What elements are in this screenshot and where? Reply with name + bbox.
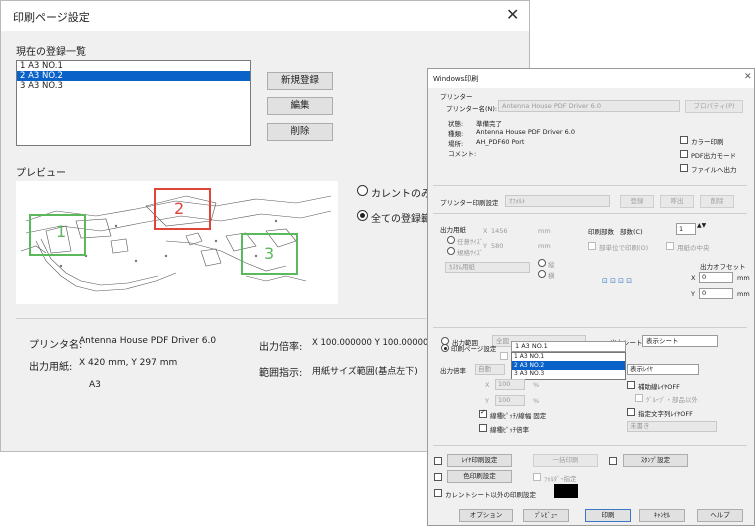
printer-select[interactable]: Antenna House PDF Driver 6.0: [498, 100, 680, 112]
color-print-label: カラー印刷: [691, 138, 724, 146]
preset-delete-button[interactable]: 削除: [700, 195, 734, 208]
paper-y-label: Y: [483, 242, 487, 250]
align-icons[interactable]: ⊡ ⊡ ⊡ ⊡: [602, 277, 632, 285]
file-output-label: ファイルへ出力: [691, 166, 737, 174]
sheet-select[interactable]: 表示シート: [642, 335, 718, 347]
paper-x-unit: mm: [538, 227, 551, 235]
center-label: 用紙の中央: [677, 244, 710, 252]
range-radio-label: 出力範囲: [452, 339, 478, 347]
pdf-mode-checkbox[interactable]: [680, 150, 688, 158]
portrait-label: 縦: [548, 261, 555, 269]
marker-label-1: 1: [56, 222, 67, 241]
collate-checkbox[interactable]: [588, 242, 596, 250]
type-label: 種類:: [448, 130, 464, 138]
offset-y-input[interactable]: 0: [699, 288, 733, 299]
paper-x-label: X: [483, 227, 488, 235]
close-icon[interactable]: ✕: [744, 72, 752, 82]
offset-x-unit: mm: [737, 274, 750, 282]
properties-button[interactable]: プロパティ(P): [685, 100, 743, 113]
copies-sublabel: 部数(C): [620, 228, 643, 236]
preset-register-button[interactable]: 登録: [620, 195, 654, 208]
copies-label: 印刷部数: [588, 228, 614, 236]
paper-size: A3: [89, 380, 101, 390]
radio-current-only[interactable]: [357, 185, 368, 196]
printer-preset-label: プリンター印刷設定: [440, 199, 499, 207]
paper-label: 出力用紙: [440, 226, 466, 234]
list-item[interactable]: 1 A3 NO.1: [17, 61, 250, 71]
list-item-selected[interactable]: 2 A3 NO.2: [17, 71, 250, 81]
paper-value: X 420 mm, Y 297 mm: [79, 358, 178, 368]
type-value: Antenna House PDF Driver 6.0: [476, 128, 575, 136]
preview-label: プレビュー: [16, 168, 66, 179]
list-item[interactable]: 3 A3 NO.3: [17, 81, 250, 91]
dialog-title: Windows印刷: [433, 75, 479, 83]
center-checkbox[interactable]: [666, 242, 674, 250]
status-value: 準備完了: [476, 120, 502, 128]
offset-x-label: X: [691, 274, 696, 282]
free-size-label: 任意ｻｲｽﾞ: [457, 238, 483, 246]
status-label: 状態:: [448, 120, 464, 128]
preset-load-button[interactable]: 呼出: [660, 195, 694, 208]
marker-label-2: 2: [174, 199, 185, 218]
printer-preset-select[interactable]: ｵﾌｫﾙﾄ: [505, 195, 610, 207]
range-label: 範囲指示:: [259, 368, 303, 379]
marker-label-3: 3: [264, 244, 275, 263]
pdf-mode-label: PDF出力モード: [691, 152, 737, 160]
paper-y-unit: mm: [538, 242, 551, 250]
printer-group-label: プリンター: [440, 93, 473, 101]
location-value: AH_PDF60 Port: [476, 138, 525, 146]
file-output-checkbox[interactable]: [680, 164, 688, 172]
copies-spinner-icon[interactable]: ▲▼: [697, 222, 706, 229]
new-register-button[interactable]: 新規登録: [267, 72, 333, 90]
free-size-radio[interactable]: [447, 236, 455, 244]
edit-button[interactable]: 編集: [267, 97, 333, 115]
comment-label: コメント:: [448, 150, 477, 158]
divider: [16, 318, 426, 319]
location-label: 場所:: [448, 140, 464, 148]
sheet-label: 出力シート: [610, 339, 643, 347]
collate-label: 部単位で印刷(O): [599, 244, 649, 252]
copies-input[interactable]: 1: [676, 223, 696, 235]
offset-label: 出力オフセット: [700, 263, 746, 271]
range-value: 用紙サイズ範囲(基点左下): [312, 367, 418, 377]
dialog-title: 印刷ページ設定: [13, 11, 90, 24]
printer-name-label: プリンター名(N):: [446, 105, 498, 113]
range-consider-label: 印刷範囲を考慮: [511, 354, 557, 362]
landscape-radio[interactable]: [538, 270, 546, 278]
scale-value: X 100.000000 Y 100.000000: [312, 338, 434, 348]
offset-y-label: Y: [691, 290, 695, 298]
scale-label: 出力倍率:: [259, 342, 303, 353]
custom-size-label: 規格ｻｲｽﾞ: [457, 249, 483, 257]
range-consider-checkbox[interactable]: [500, 352, 508, 360]
printer-name-label: プリンタ名:: [29, 340, 83, 351]
windows-print-dialog: Windows印刷 ✕ プリンター プリンター名(N): Antenna Hou…: [427, 68, 755, 526]
paper-x-value: 1456: [491, 227, 508, 235]
registered-list[interactable]: 1 A3 NO.1 2 A3 NO.2 3 A3 NO.3: [16, 60, 251, 146]
color-print-checkbox[interactable]: [680, 136, 688, 144]
offset-x-input[interactable]: 0: [699, 272, 733, 283]
page-setting-radio[interactable]: [441, 344, 449, 352]
list-heading: 現在の登録一覧: [16, 47, 86, 58]
offset-y-unit: mm: [737, 290, 750, 298]
landscape-label: 横: [548, 272, 555, 280]
printer-name-value: Antenna House PDF Driver 6.0: [79, 336, 217, 346]
paper-label: 出力用紙:: [29, 362, 73, 373]
close-icon[interactable]: ✕: [506, 5, 519, 24]
paper-y-value: 580: [491, 242, 504, 250]
range-select[interactable]: 全図: [492, 335, 586, 347]
delete-button[interactable]: 削除: [267, 123, 333, 141]
paper-select[interactable]: ｶｽﾀﾑ用紙: [445, 262, 530, 273]
radio-all-label: 全ての登録範: [371, 214, 431, 225]
custom-size-radio[interactable]: [447, 247, 455, 255]
radio-all-registered[interactable]: [357, 210, 368, 221]
portrait-radio[interactable]: [538, 259, 546, 267]
